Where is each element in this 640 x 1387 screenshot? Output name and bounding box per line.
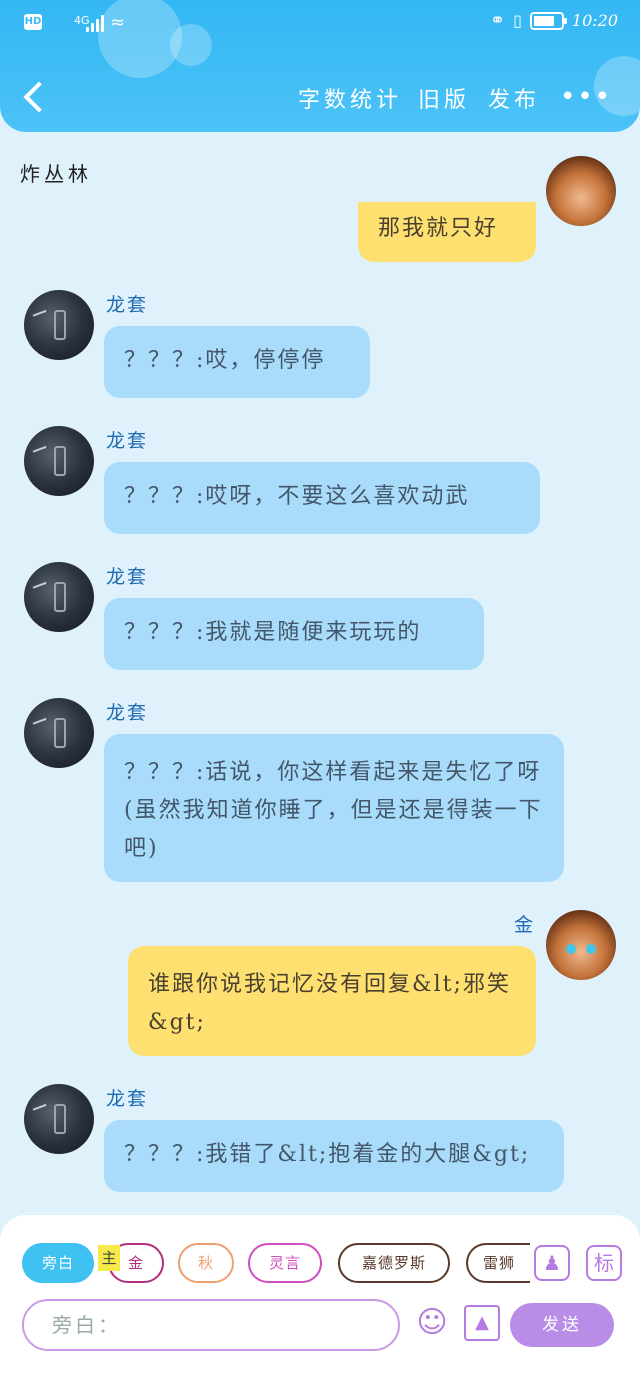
publish-button[interactable]: 发布 xyxy=(488,82,540,114)
avatar-longtao[interactable] xyxy=(24,290,94,360)
role-chip-lingyan[interactable]: 灵言 xyxy=(248,1243,322,1283)
avatar-longtao[interactable] xyxy=(24,698,94,768)
status-right: ⚭ ▯ 10:20 xyxy=(490,10,618,31)
image-icon[interactable]: ▲ xyxy=(464,1305,500,1341)
message-bubble: 那我就只好 xyxy=(358,202,536,262)
avatar-longtao[interactable] xyxy=(24,562,94,632)
message-bubble: 谁跟你说我记忆没有回复&lt;邪笑&gt; xyxy=(128,946,536,1056)
battery-icon xyxy=(529,11,567,30)
role-chip-leishi[interactable]: 雷狮 xyxy=(466,1243,530,1283)
message-bubble: ？？？:哎，停停停 xyxy=(104,326,370,398)
role-chip-narrator[interactable]: 旁白 xyxy=(22,1243,94,1283)
mark-button[interactable]: 标 xyxy=(586,1245,622,1281)
more-icon[interactable]: ••• xyxy=(560,82,612,112)
sender-name: 龙套 xyxy=(106,566,149,588)
nav-bar: 字数统计 旧版 发布 ••• xyxy=(0,62,640,132)
emoji-icon[interactable]: ☺ xyxy=(414,1305,450,1341)
clock: 10:20 xyxy=(571,11,618,30)
word-count-button[interactable]: 字数统计 xyxy=(298,82,402,114)
signal-icon xyxy=(86,14,106,32)
role-chip-jiadeluosi[interactable]: 嘉德罗斯 xyxy=(338,1243,450,1283)
old-version-button[interactable]: 旧版 xyxy=(418,82,470,114)
composer-panel: 旁白 金 主 秋 灵言 嘉德罗斯 雷狮 ♟ 标 旁白： ☺ ▲ 发送 xyxy=(0,1215,640,1387)
send-button[interactable]: 发送 xyxy=(510,1303,614,1347)
message-bubble: ？？？:我就是随便来玩玩的 xyxy=(104,598,484,670)
sender-name: 龙套 xyxy=(106,702,149,724)
sender-name: 龙套 xyxy=(106,1088,149,1110)
top-header: HD 4G ≈ ⚭ ▯ 10:20 字数统计 旧版 发布 ••• xyxy=(0,0,640,132)
message-bubble: ？？？:我错了&lt;抱着金的大腿&gt; xyxy=(104,1120,564,1192)
back-icon[interactable] xyxy=(20,76,50,116)
hd-badge: HD xyxy=(24,14,42,30)
status-bar: HD 4G ≈ ⚭ ▯ 10:20 xyxy=(0,0,640,48)
avatar-kin[interactable] xyxy=(546,910,616,980)
message-bubble: ？？？:哎呀，不要这么喜欢动武 xyxy=(104,462,540,534)
vibrate-icon: ▯ xyxy=(513,11,522,30)
message-input[interactable]: 旁白： xyxy=(22,1299,400,1351)
avatar-longtao[interactable] xyxy=(24,1084,94,1154)
headphone-icon: ⚭ xyxy=(489,10,506,31)
role-chip-qiu[interactable]: 秋 xyxy=(178,1243,234,1283)
character-icon[interactable]: ♟ xyxy=(534,1245,570,1281)
chat-title: 炸丛林 xyxy=(20,162,92,186)
wifi-icon: ≈ xyxy=(110,12,126,33)
avatar-kin[interactable] xyxy=(546,156,616,226)
sender-name: 龙套 xyxy=(106,430,149,452)
sender-name: 龙套 xyxy=(106,294,149,316)
message-bubble: ？？？:话说，你这样看起来是失忆了呀(虽然我知道你睡了，但是还是得装一下吧) xyxy=(104,734,564,882)
avatar-longtao[interactable] xyxy=(24,426,94,496)
main-role-tag: 主 xyxy=(98,1245,120,1271)
sender-name: 金 xyxy=(514,914,536,936)
